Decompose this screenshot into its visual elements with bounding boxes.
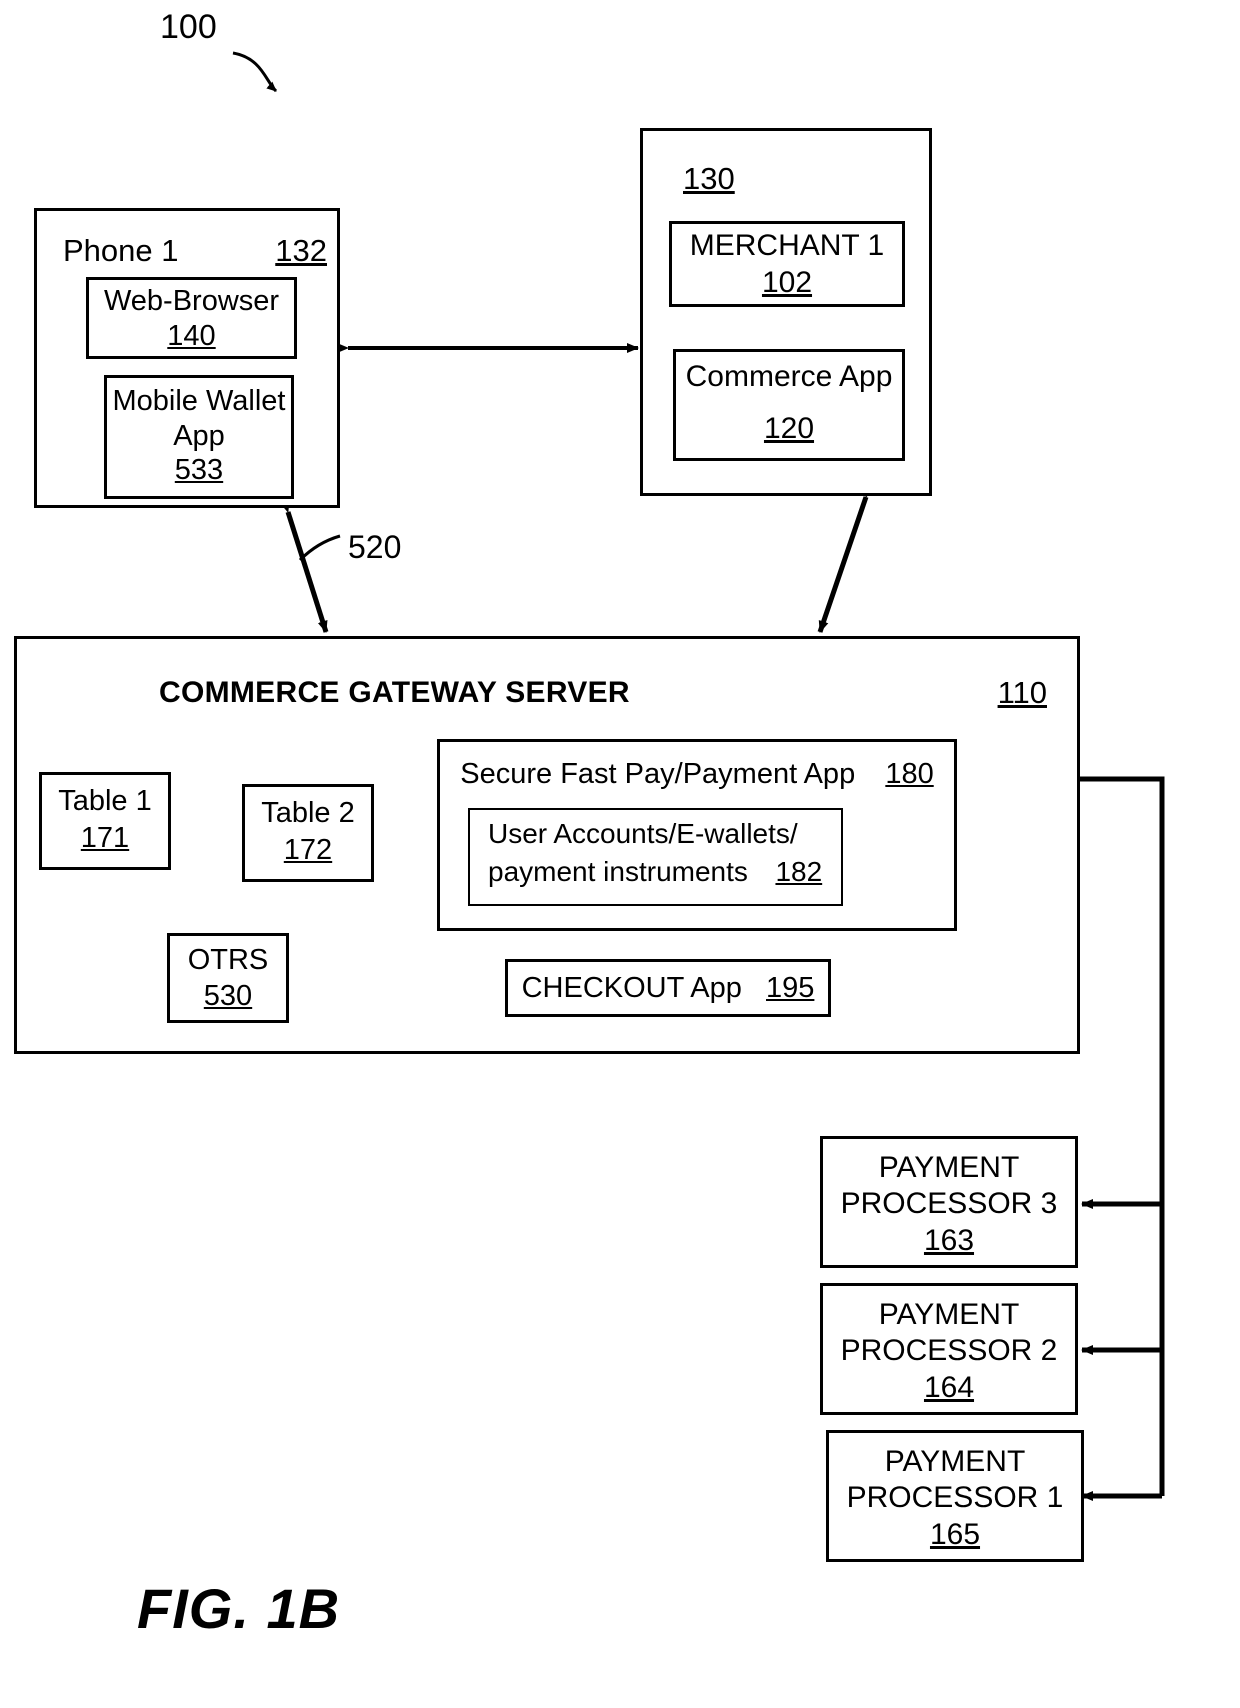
payment-processor-1-ref: 165	[929, 1518, 981, 1551]
phone-gateway-arrow	[279, 500, 329, 633]
commerce-app-label: Commerce App	[685, 360, 893, 393]
web-browser-ref: 140	[167, 320, 216, 352]
merchant-1-box: MERCHANT 1 102	[669, 221, 905, 307]
checkout-app-heading: CHECKOUT App 195	[508, 972, 828, 1005]
mobile-wallet-app-ref: 533	[174, 454, 224, 486]
payment-processor-2-line-1: PAYMENT	[878, 1298, 1020, 1331]
table-2-ref: 172	[283, 834, 333, 866]
payment-processor-3-line-1: PAYMENT	[878, 1151, 1020, 1184]
table-1-box: Table 1 171	[39, 772, 171, 870]
payment-processor-1-box: PAYMENT PROCESSOR 1 165	[826, 1430, 1084, 1562]
otrs-label: OTRS	[187, 944, 269, 976]
merchant-1-ref: 102	[761, 266, 813, 299]
merchant-group-box: 130 MERCHANT 1 102 Commerce App 120	[640, 128, 932, 496]
system-ref-label: 100	[160, 8, 217, 46]
payment-processor-2-box: PAYMENT PROCESSOR 2 164	[820, 1283, 1078, 1415]
secure-fast-pay-ref: 180	[885, 758, 934, 790]
payment-processor-3-ref: 163	[923, 1224, 975, 1257]
figure-caption: FIG. 1B	[137, 1577, 341, 1640]
merchant-1-label: MERCHANT 1	[689, 229, 885, 262]
patent-figure-1b: 100 Phone 1 132 Web-Browser 140 Mobile W…	[0, 0, 1240, 1708]
user-accounts-line-2: payment instruments 182	[488, 856, 822, 888]
mobile-wallet-app-box: Mobile Wallet App 533	[104, 375, 294, 499]
phone-1-box: Phone 1 132 Web-Browser 140 Mobile Walle…	[34, 208, 340, 508]
otrs-ref: 530	[203, 980, 253, 1012]
otrs-box: OTRS 530	[167, 933, 289, 1023]
payment-processor-1-line-2: PROCESSOR 1	[846, 1481, 1064, 1514]
payment-instruments-ref: 182	[775, 856, 823, 887]
secure-fast-pay-label: Secure Fast Pay/Payment App	[460, 758, 856, 790]
payment-processor-3-line-2: PROCESSOR 3	[840, 1187, 1058, 1220]
ref-520-leader	[298, 534, 341, 562]
payment-processor-2-ref: 164	[923, 1371, 975, 1404]
checkout-app-box: CHECKOUT App 195	[505, 959, 831, 1017]
ref-520-label: 520	[348, 529, 402, 565]
payment-instruments-label: payment instruments	[488, 856, 748, 887]
user-accounts-line-1: User Accounts/E-wallets/	[488, 818, 798, 849]
system-ref-leader-arrow	[232, 51, 278, 93]
merchant-gateway-arrow	[817, 484, 875, 633]
checkout-app-ref: 195	[766, 972, 815, 1004]
web-browser-label: Web-Browser	[103, 285, 280, 317]
user-accounts-ewallets-box: User Accounts/E-wallets/ payment instrum…	[468, 808, 843, 906]
secure-fast-pay-heading: Secure Fast Pay/Payment App 180	[440, 758, 954, 791]
table-2-box: Table 2 172	[242, 784, 374, 882]
secure-fast-pay-box: Secure Fast Pay/Payment App 180 User Acc…	[437, 739, 957, 931]
phone-1-ref: 132	[275, 233, 327, 268]
table-2-label: Table 2	[261, 797, 355, 829]
checkout-app-label: CHECKOUT App	[521, 972, 742, 1004]
commerce-gateway-server-box: COMMERCE GATEWAY SERVER 110 Table 1 171 …	[14, 636, 1080, 1054]
gateway-processor-bus	[1080, 776, 1165, 1204]
web-browser-box: Web-Browser 140	[86, 277, 297, 359]
table-1-ref: 171	[80, 822, 130, 854]
payment-processor-3-box: PAYMENT PROCESSOR 3 163	[820, 1136, 1078, 1268]
commerce-app-ref: 120	[763, 412, 815, 445]
mobile-wallet-app-label: Mobile Wallet App	[112, 385, 286, 452]
merchant-group-ref: 130	[683, 161, 735, 196]
payment-processor-2-line-2: PROCESSOR 2	[840, 1334, 1058, 1367]
commerce-app-box: Commerce App 120	[673, 349, 905, 461]
gateway-server-ref: 110	[997, 675, 1047, 710]
table-1-label: Table 1	[58, 785, 152, 817]
payment-processor-1-line-1: PAYMENT	[884, 1445, 1026, 1478]
